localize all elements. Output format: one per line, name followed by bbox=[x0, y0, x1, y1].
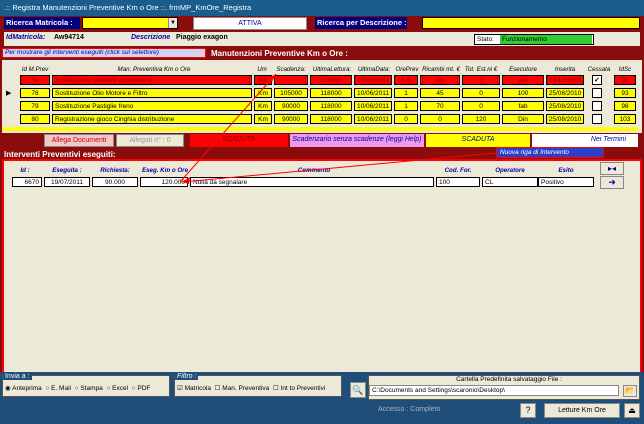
ricerca-matricola-label: Ricerca Matricola : bbox=[4, 17, 80, 29]
attiva-button[interactable]: ATTIVA bbox=[193, 17, 307, 30]
allegati-button[interactable]: Allegati n° : 0 bbox=[116, 134, 184, 147]
selettore-hint: Per mostrare gli interventi eseguiti (cl… bbox=[2, 48, 206, 58]
cessata-checkbox[interactable] bbox=[592, 101, 602, 111]
col-id-mprev: Id M.Prev bbox=[21, 66, 49, 73]
col-esito: Esito bbox=[558, 167, 574, 174]
section-manutenzioni-title: Manutenzioni Preventive Km o Ore : bbox=[211, 49, 348, 58]
cessata-checkbox[interactable] bbox=[592, 114, 602, 124]
legend-nei-termini: Nei Termini bbox=[532, 134, 638, 147]
col-ore-prev: OrePrev bbox=[395, 66, 419, 73]
col-scadenza: Scadenza: bbox=[276, 66, 306, 73]
legend-scadenzario: Scadenzario senza scadenze (leggi Help) bbox=[290, 134, 424, 147]
legend-scaduta-yellow: SCADUTA bbox=[426, 134, 530, 147]
section-interventi-title: Interventi Preventivi eseguiti: bbox=[4, 150, 116, 159]
main-form: Ricerca Matricola : ▼ ATTIVA Ricerca per… bbox=[0, 16, 644, 424]
ricerca-matricola-combo[interactable]: ▼ bbox=[82, 17, 178, 29]
check-matricola[interactable]: ☑ Matricola bbox=[177, 385, 211, 392]
col-ricambi: Ricambi mt. € bbox=[422, 66, 460, 73]
accesso-status: Accesso : Completo bbox=[378, 406, 441, 413]
descrizione-label: Descrizione bbox=[131, 34, 171, 41]
cessata-checkbox[interactable]: ✔ bbox=[592, 75, 602, 85]
cessata-checkbox[interactable] bbox=[592, 88, 602, 98]
col-commento: Commento bbox=[297, 167, 331, 174]
check-man-preventiva[interactable]: ☐ Man. Preventiva bbox=[215, 385, 270, 392]
row-selector-icon[interactable]: ▶ bbox=[6, 89, 11, 97]
cartella-input[interactable]: C:\Documents and Settings\scaronio\Deskt… bbox=[369, 385, 619, 396]
col-cessata: Cessata bbox=[587, 66, 611, 73]
table-row[interactable]: 79 Sostituzione Pastiglie freno Km 90000… bbox=[2, 101, 638, 113]
search-report-icon[interactable]: 🔍 bbox=[350, 382, 366, 398]
ricerca-descrizione-input[interactable] bbox=[422, 17, 640, 29]
chevron-down-icon[interactable]: ▼ bbox=[168, 18, 177, 28]
window-title: .:: Registra Manutenzioni Preventive Km … bbox=[0, 0, 644, 16]
idmatricola-value: Aw94714 bbox=[54, 34, 84, 41]
table-row[interactable]: 6670 19/07/2011 90.000 120.000 Nulla da … bbox=[4, 176, 624, 189]
expand-icon[interactable]: ▸◂ bbox=[600, 162, 624, 175]
filtro-label: Filtro : bbox=[175, 373, 199, 380]
nuova-riga-hint: Nuova riga di Intervento bbox=[496, 147, 604, 158]
help-icon[interactable]: ? bbox=[520, 403, 536, 418]
invia-label: Invia a : bbox=[3, 373, 32, 380]
arrow-right-icon[interactable]: ➜ bbox=[600, 176, 624, 189]
allega-documenti-button[interactable]: Allega Documenti bbox=[44, 134, 114, 147]
ricerca-descrizione-label: Ricerca per Descrizione : bbox=[315, 17, 407, 29]
col-id: Id : bbox=[20, 167, 30, 174]
col-eseguita: Eseguita : bbox=[52, 167, 82, 174]
col-tot-est: Tot. Est.ni € bbox=[464, 66, 498, 73]
table-row[interactable]: ▶ 78 Sostituzione Olio Motore e Filtro K… bbox=[2, 88, 638, 100]
exit-icon[interactable]: ⏏ bbox=[624, 403, 640, 418]
table-row[interactable]: 80 Registrazione gioco Cinghia distribuz… bbox=[2, 114, 638, 126]
col-man-preventiva: Man. Preventiva Km o Ore bbox=[117, 66, 191, 73]
stato-value: Funzionamento bbox=[500, 35, 592, 44]
radio-excel[interactable]: ○ Excel bbox=[106, 385, 128, 392]
col-ultima-data: UltimaData: bbox=[357, 66, 391, 73]
radio-email[interactable]: ○ E. Mail bbox=[45, 385, 71, 392]
letture-km-ore-button[interactable]: Letture Km Ore bbox=[544, 403, 620, 418]
col-inserita: Inserita bbox=[554, 66, 576, 73]
cartella-label: Cartella Predefinita salvataggio File : bbox=[456, 376, 562, 383]
stato-label: Stato: bbox=[477, 36, 494, 43]
check-int-preventivi[interactable]: ☐ Int to Preventivi bbox=[273, 385, 325, 392]
col-idsc: IdSc bbox=[618, 66, 632, 73]
col-eseg-km: Eseg. Km o Ore bbox=[141, 167, 189, 174]
stato-box: Stato: Funzionamento bbox=[474, 34, 594, 45]
col-operatore: Operatore bbox=[495, 167, 525, 174]
invia-group: Invia a : ◉ Anteprima ○ E. Mail ○ Stampa… bbox=[2, 373, 170, 397]
table-row-partial bbox=[2, 127, 638, 131]
col-cod-for: Cod. For. bbox=[444, 167, 472, 174]
col-esecutore: Esecutore bbox=[509, 66, 537, 73]
radio-pdf[interactable]: ○ PDF bbox=[132, 385, 151, 392]
table-row[interactable]: 34 Sostituzione Candele accensione km 11… bbox=[2, 75, 638, 87]
col-richiesta: Richiesta: bbox=[100, 167, 130, 174]
manutenzioni-grid: Id M.Prev Man. Preventiva Km o Ore Um Sc… bbox=[2, 60, 642, 133]
col-um: Um bbox=[257, 66, 267, 73]
col-ultima-lettura: UltimaLettura: bbox=[312, 66, 352, 73]
legend-scaduta-red: SCADUTA bbox=[190, 134, 288, 147]
cartella-group: Cartella Predefinita salvataggio File : … bbox=[368, 375, 640, 400]
filtro-group: Filtro : ☑ Matricola ☐ Man. Preventiva ☐… bbox=[174, 373, 342, 397]
idmatricola-label: IdMatricola: bbox=[6, 34, 46, 41]
interventi-grid: Id : Eseguita : Richiesta: Eseg. Km o Or… bbox=[2, 159, 642, 380]
folder-open-icon[interactable]: 📂 bbox=[623, 385, 637, 397]
radio-stampa[interactable]: ○ Stampa bbox=[75, 385, 103, 392]
radio-anteprima[interactable]: ◉ Anteprima bbox=[5, 385, 42, 392]
descrizione-value: Piaggio exagon bbox=[176, 34, 228, 41]
